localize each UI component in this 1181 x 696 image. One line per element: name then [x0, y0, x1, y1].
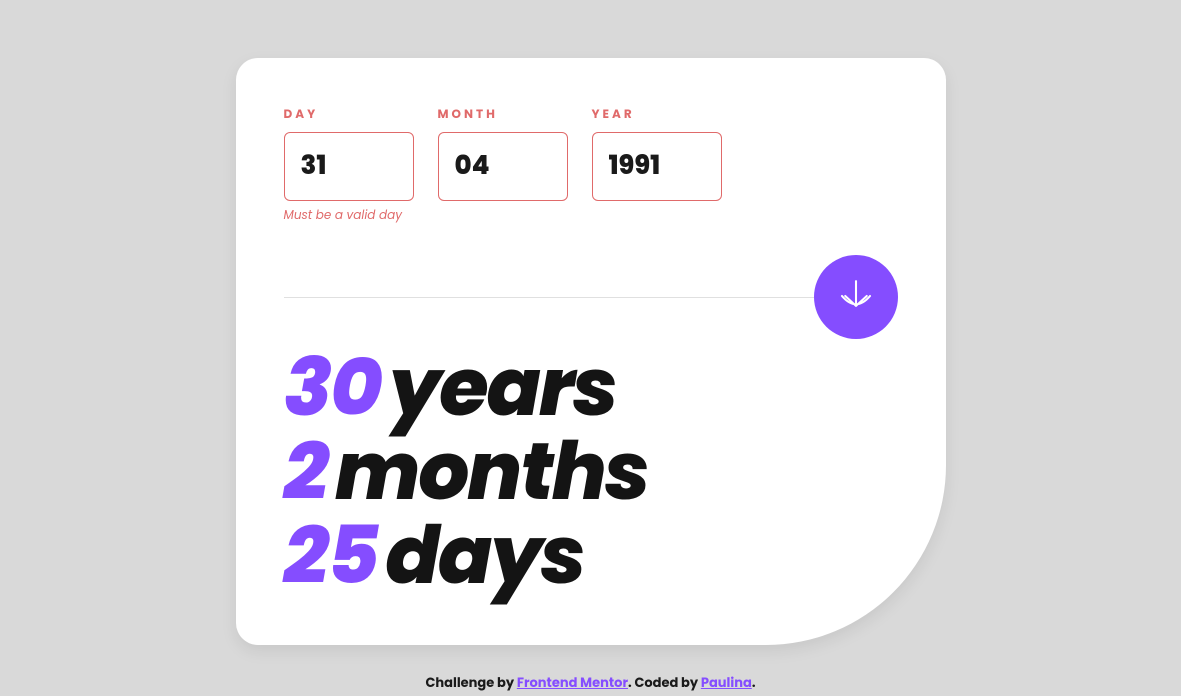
day-input[interactable] [284, 132, 414, 201]
frontend-mentor-link[interactable]: Frontend Mentor [517, 673, 628, 692]
result-block: 30years 2months 25days [284, 345, 898, 597]
days-label: days [385, 499, 584, 611]
attribution-prefix: Challenge by [426, 673, 517, 692]
attribution-suffix: . [752, 673, 756, 692]
month-input[interactable] [438, 132, 568, 201]
arrow-down-icon [837, 277, 875, 318]
month-field: MONTH [438, 106, 568, 225]
attribution-middle: . Coded by [628, 673, 701, 692]
inputs-row: DAY Must be a valid day MONTH YEAR [284, 106, 898, 225]
days-value: 25 [284, 499, 378, 611]
day-error: Must be a valid day [284, 207, 414, 225]
year-input[interactable] [592, 132, 722, 201]
divider-row [284, 255, 898, 339]
day-label: DAY [284, 106, 414, 124]
year-field: YEAR [592, 106, 722, 225]
age-calculator-card: DAY Must be a valid day MONTH YEAR 30yea… [236, 58, 946, 645]
year-label: YEAR [592, 106, 722, 124]
attribution: Challenge by Frontend Mentor. Coded by P… [426, 673, 756, 693]
day-field: DAY Must be a valid day [284, 106, 414, 225]
submit-button[interactable] [814, 255, 898, 339]
author-link[interactable]: Paulina [701, 673, 752, 692]
month-label: MONTH [438, 106, 568, 124]
divider-line [284, 297, 814, 298]
